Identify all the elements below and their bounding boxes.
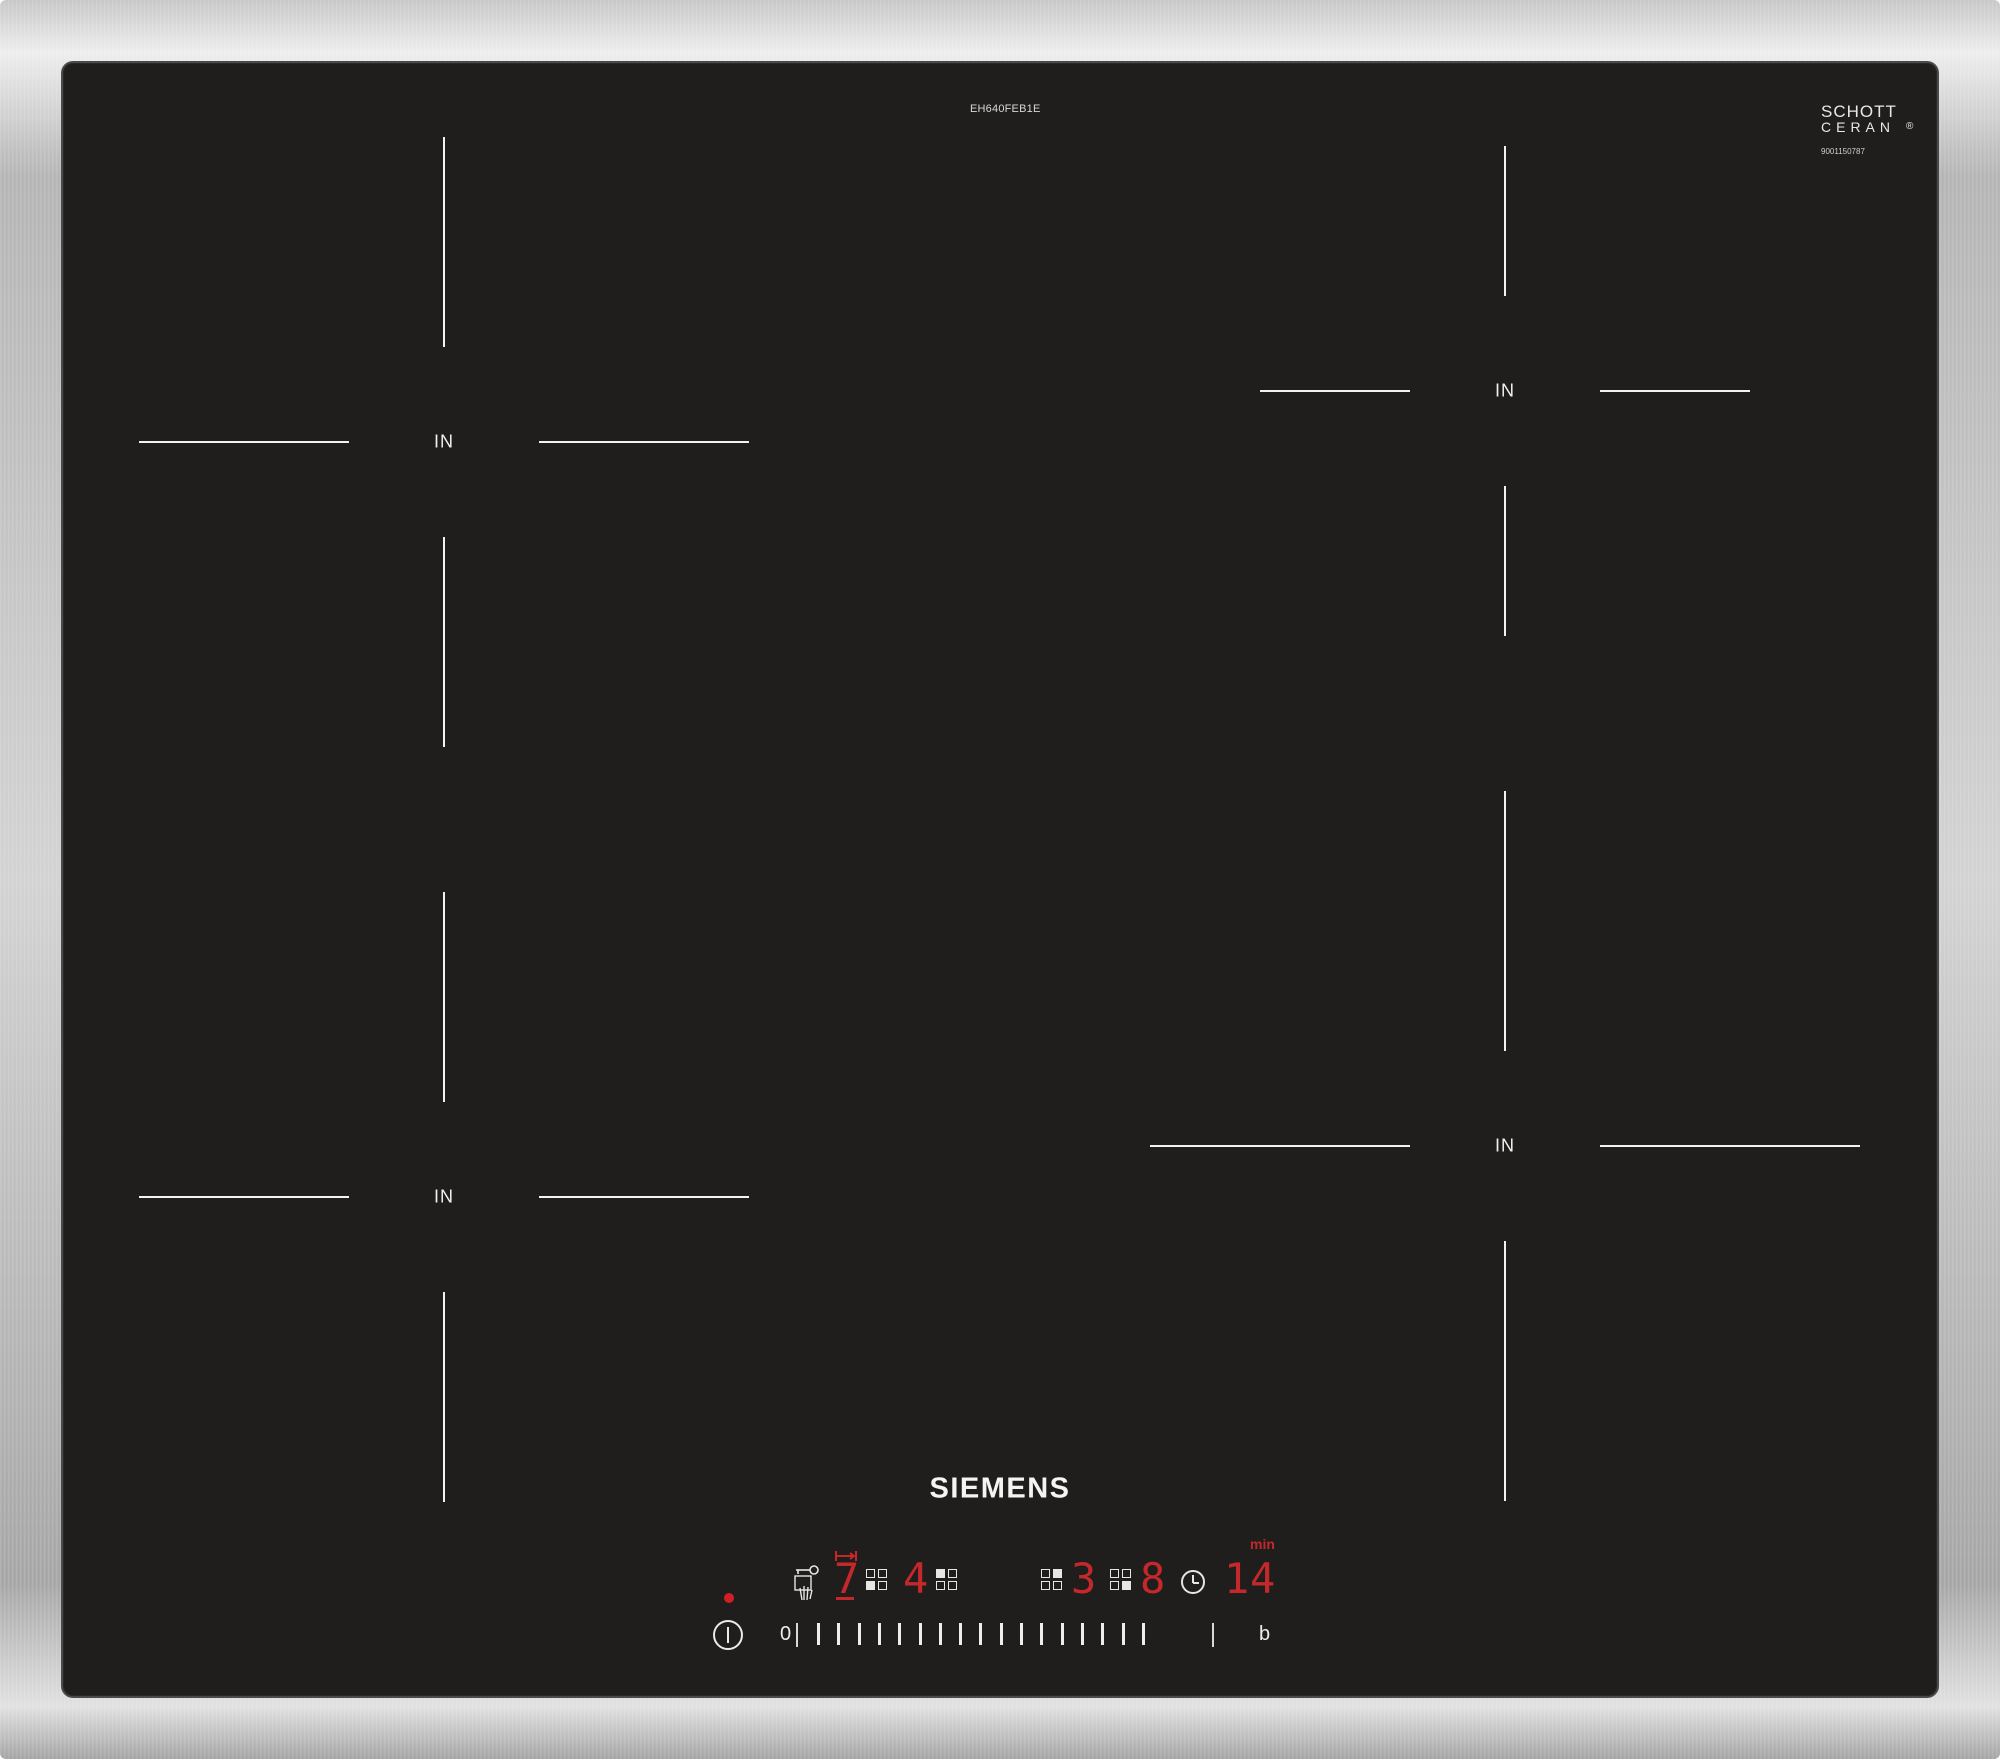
slider-tick[interactable] (918, 1623, 922, 1645)
induction-label: IN (434, 431, 454, 452)
model-number: EH640FEB1E (970, 103, 1041, 115)
zone-indicator-icon[interactable] (1110, 1569, 1132, 1591)
slider-tick[interactable] (837, 1623, 841, 1645)
slider-tick[interactable] (857, 1623, 861, 1645)
zone-indicator-icon[interactable] (1041, 1569, 1063, 1591)
slider-separator (1212, 1623, 1214, 1647)
slider-tick[interactable] (959, 1623, 963, 1645)
zone-marker-line (443, 892, 445, 1102)
zone-marker-line (1504, 1241, 1506, 1501)
zone-marker-line (1600, 390, 1750, 392)
slider-tick[interactable] (1121, 1623, 1125, 1645)
clock-icon[interactable] (1181, 1570, 1205, 1594)
slider-separator (796, 1623, 798, 1647)
zone-marker-line (1504, 791, 1506, 1051)
zone-marker-line (1504, 486, 1506, 636)
zone-marker-line (539, 441, 749, 443)
slider-tick[interactable] (898, 1623, 902, 1645)
induction-label: IN (1495, 380, 1515, 401)
timer-digit-1: 1 (1224, 1554, 1250, 1603)
zone4-power-display: 8 (1140, 1554, 1166, 1603)
zone-marker-line (539, 1196, 749, 1198)
zone-indicator-icon[interactable] (866, 1569, 888, 1591)
timer-digit-2: 4 (1250, 1554, 1276, 1603)
slider-min-label: 0 (780, 1623, 792, 1645)
siemens-logo: SIEMENS (929, 1472, 1071, 1505)
slider-tick[interactable] (1101, 1623, 1105, 1645)
zone-marker-line (139, 1196, 349, 1198)
slider-tick[interactable] (1020, 1623, 1023, 1645)
zone1-underline (836, 1597, 854, 1600)
slider-tick[interactable] (1060, 1623, 1064, 1645)
zone-marker-line (1150, 1145, 1410, 1147)
ceramic-glass-surface (63, 63, 1937, 1696)
slider-tick[interactable] (1080, 1623, 1084, 1645)
timer-unit: min (1250, 1536, 1275, 1552)
zone2-power-display: 4 (903, 1554, 929, 1603)
status-led (724, 1593, 734, 1603)
induction-label: IN (1495, 1135, 1515, 1156)
boost-label: b (1259, 1623, 1271, 1645)
zone-marker-line (443, 537, 445, 747)
slider-tick[interactable] (938, 1623, 942, 1645)
serial-number: 9001150787 (1821, 147, 1865, 156)
zone-marker-line (1260, 390, 1410, 392)
zone-indicator-icon[interactable] (936, 1569, 958, 1591)
slider-tick[interactable] (999, 1623, 1003, 1645)
slider-tick[interactable] (979, 1623, 983, 1645)
induction-label: IN (434, 1186, 454, 1207)
slider-tick[interactable] (1040, 1623, 1044, 1645)
child-lock-icon[interactable] (792, 1562, 822, 1602)
power-icon[interactable] (713, 1620, 743, 1650)
zone-marker-line (443, 1292, 445, 1502)
zone3-power-display: 3 (1071, 1554, 1097, 1603)
zone-marker-line (139, 441, 349, 443)
zone-marker-line (1600, 1145, 1860, 1147)
slider-tick[interactable] (817, 1623, 820, 1645)
zone1-power-display: 7 (834, 1554, 860, 1603)
zone-marker-line (1504, 146, 1506, 296)
slider-tick[interactable] (877, 1623, 881, 1645)
schott-ceran-logo: SCHOTT CERAN ® (1821, 102, 1914, 135)
slider-tick[interactable] (1141, 1623, 1145, 1645)
zone-marker-line (443, 137, 445, 347)
